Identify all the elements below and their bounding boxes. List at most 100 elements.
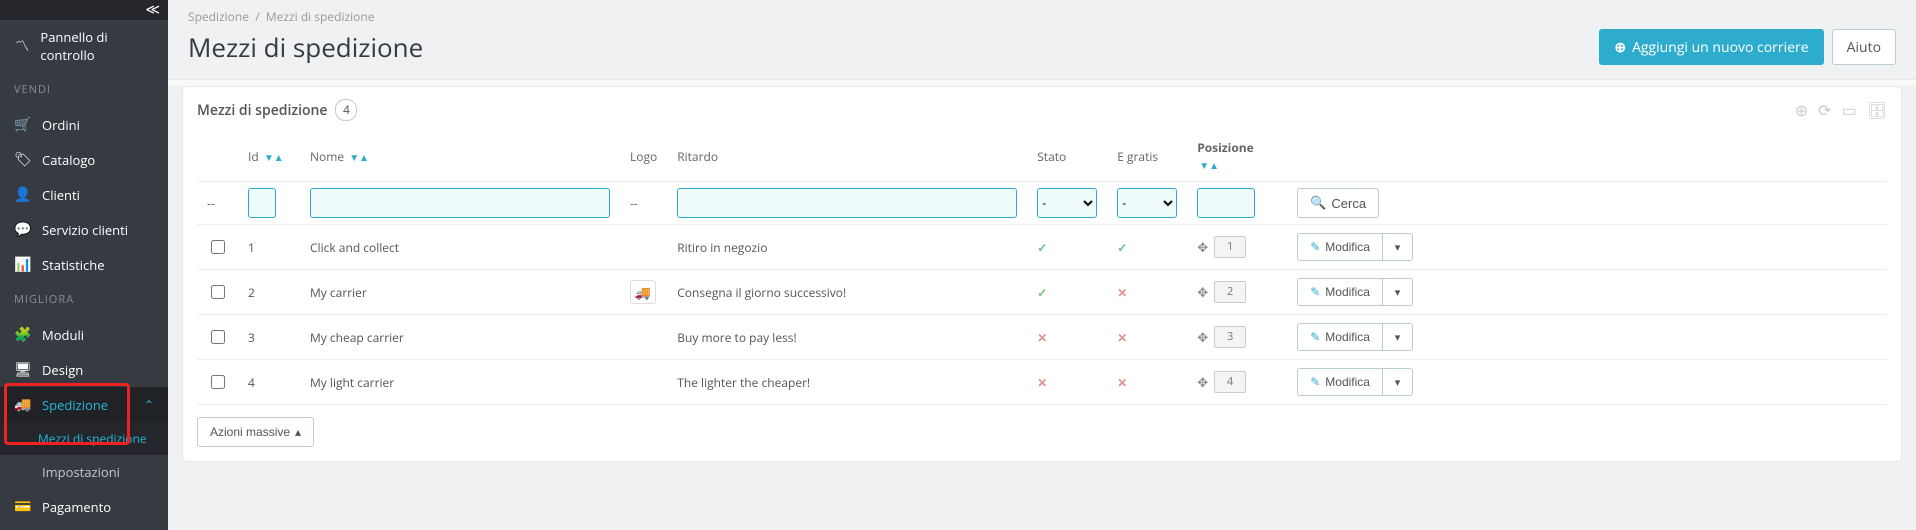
row-checkbox[interactable] xyxy=(211,330,225,344)
sidebar-collapse[interactable]: ≪ xyxy=(0,0,168,20)
status-inactive-icon[interactable]: ✕ xyxy=(1037,374,1047,391)
move-handle-icon[interactable]: ✥ xyxy=(1197,328,1208,346)
cell-logo xyxy=(620,360,667,405)
breadcrumb-current: Mezzi di spedizione xyxy=(266,8,375,25)
free-yes-icon[interactable]: ✓ xyxy=(1117,239,1127,256)
table-row[interactable]: 3My cheap carrierBuy more to pay less!✕✕… xyxy=(197,315,1887,360)
cell-free: ✕ xyxy=(1107,360,1187,405)
filter-delay-input[interactable] xyxy=(677,188,1017,218)
table-row[interactable]: 1Click and collectRitiro in negozio✓✓✥1✎… xyxy=(197,225,1887,270)
panel-count: 4 xyxy=(335,99,357,121)
free-no-icon[interactable]: ✕ xyxy=(1117,284,1127,301)
page-header: Mezzi di spedizione ⊕ Aggiungi un nuovo … xyxy=(168,25,1916,79)
sidebar-item-modules[interactable]: 🧩 Moduli xyxy=(0,317,168,352)
position-value: 2 xyxy=(1214,281,1246,303)
edit-button[interactable]: ✎Modifica xyxy=(1297,323,1383,351)
user-icon: 👤 xyxy=(14,185,32,204)
sidebar-item-stats[interactable]: 📊 Statistiche xyxy=(0,247,168,282)
move-handle-icon[interactable]: ✥ xyxy=(1197,373,1208,391)
sidebar-item-support[interactable]: 💬 Servizio clienti xyxy=(0,212,168,247)
db-icon[interactable]: 🗄 xyxy=(1867,99,1887,121)
filter-name-input[interactable] xyxy=(310,188,610,218)
search-icon: 🔍 xyxy=(1310,195,1326,211)
cell-id: 1 xyxy=(238,225,300,270)
cell-name: My cheap carrier xyxy=(300,315,620,360)
sidebar-subitem-label: Mezzi di spedizione xyxy=(38,430,147,447)
refresh-icon[interactable]: ⟳ xyxy=(1818,99,1831,121)
add-carrier-button[interactable]: ⊕ Aggiungi un nuovo corriere xyxy=(1599,29,1823,65)
row-checkbox[interactable] xyxy=(211,240,225,254)
col-delay: Ritardo xyxy=(667,131,1027,182)
sidebar-item-label: Pagamento xyxy=(42,498,111,516)
filter-position-input[interactable] xyxy=(1197,188,1255,218)
col-position[interactable]: Posizione ▼▲ xyxy=(1187,131,1287,182)
move-handle-icon[interactable]: ✥ xyxy=(1197,283,1208,301)
cell-position: ✥4 xyxy=(1187,360,1287,405)
panel-title: Mezzi di spedizione xyxy=(197,101,327,120)
table-row[interactable]: 2My carrier🚚Consegna il giorno successiv… xyxy=(197,270,1887,315)
sidebar-item-label: Impostazioni xyxy=(42,463,120,481)
position-value: 1 xyxy=(1214,236,1246,258)
move-handle-icon[interactable]: ✥ xyxy=(1197,238,1208,256)
add-icon[interactable]: ⊕ xyxy=(1795,99,1808,121)
breadcrumb-root[interactable]: Spedizione xyxy=(188,8,249,25)
sidebar-item-dashboard[interactable]: 〽 Pannello di controllo xyxy=(0,20,168,72)
bulk-actions-button[interactable]: Azioni massive ▴ xyxy=(197,417,314,447)
row-checkbox[interactable] xyxy=(211,375,225,389)
row-actions-dropdown[interactable]: ▾ xyxy=(1383,323,1413,351)
filter-logo-placeholder: -- xyxy=(620,182,667,225)
table-row[interactable]: 4My light carrierThe lighter the cheaper… xyxy=(197,360,1887,405)
chevron-up-icon: ⌃ xyxy=(144,396,154,413)
cell-status: ✓ xyxy=(1027,225,1107,270)
filter-id-input[interactable] xyxy=(248,188,276,218)
cell-logo xyxy=(620,315,667,360)
cell-status: ✕ xyxy=(1027,315,1107,360)
filter-status-select[interactable]: - xyxy=(1037,188,1097,218)
sidebar-item-shipping[interactable]: 🚚 Spedizione ⌃ xyxy=(0,387,168,422)
filter-free-select[interactable]: - xyxy=(1117,188,1177,218)
cell-delay: Consegna il giorno successivo! xyxy=(667,270,1027,315)
sidebar-item-settings[interactable]: Impostazioni xyxy=(0,455,168,489)
status-active-icon[interactable]: ✓ xyxy=(1037,284,1047,301)
cell-id: 2 xyxy=(238,270,300,315)
col-id[interactable]: Id ▼▲ xyxy=(238,131,300,182)
free-no-icon[interactable]: ✕ xyxy=(1117,329,1127,346)
free-no-icon[interactable]: ✕ xyxy=(1117,374,1127,391)
breadcrumb-sep: / xyxy=(255,8,259,25)
table-header-row: Id ▼▲ Nome ▼▲ Logo Ritardo Stato E grati… xyxy=(197,131,1887,182)
sidebar-item-design[interactable]: 🖥 Design xyxy=(0,352,168,387)
sql-icon[interactable]: ▭ xyxy=(1842,99,1857,121)
row-actions-dropdown[interactable]: ▾ xyxy=(1383,233,1413,261)
sidebar-item-label: Pannello di controllo xyxy=(40,28,154,64)
status-active-icon[interactable]: ✓ xyxy=(1037,239,1047,256)
edit-button[interactable]: ✎Modifica xyxy=(1297,233,1383,261)
sidebar-item-payment[interactable]: 💳 Pagamento xyxy=(0,489,168,524)
activity-icon: 〽 xyxy=(14,36,30,56)
sort-carets: ▼▲ xyxy=(349,150,369,164)
sidebar-item-orders[interactable]: 🛒 Ordini xyxy=(0,107,168,142)
cell-position: ✥2 xyxy=(1187,270,1287,315)
sidebar-item-customers[interactable]: 👤 Clienti xyxy=(0,177,168,212)
col-name[interactable]: Nome ▼▲ xyxy=(300,131,620,182)
monitor-icon: 🖥 xyxy=(14,360,32,379)
page-actions: ⊕ Aggiungi un nuovo corriere Aiuto xyxy=(1599,29,1896,65)
row-checkbox[interactable] xyxy=(211,285,225,299)
edit-button[interactable]: ✎Modifica xyxy=(1297,278,1383,306)
row-actions-dropdown[interactable]: ▾ xyxy=(1383,368,1413,396)
position-value: 3 xyxy=(1214,326,1246,348)
help-button[interactable]: Aiuto xyxy=(1832,29,1896,65)
truck-icon: 🚚 xyxy=(14,395,32,414)
sort-carets: ▼▲ xyxy=(264,150,284,164)
cell-name: My carrier xyxy=(300,270,620,315)
row-actions-dropdown[interactable]: ▾ xyxy=(1383,278,1413,306)
sidebar-item-catalog[interactable]: 🏷 Catalogo xyxy=(0,142,168,177)
search-button[interactable]: 🔍 Cerca xyxy=(1297,188,1379,218)
cell-logo xyxy=(620,225,667,270)
edit-button[interactable]: ✎Modifica xyxy=(1297,368,1383,396)
status-inactive-icon[interactable]: ✕ xyxy=(1037,329,1047,346)
carriers-table: Id ▼▲ Nome ▼▲ Logo Ritardo Stato E grati… xyxy=(197,131,1887,405)
sidebar-subitem-carriers[interactable]: Mezzi di spedizione xyxy=(0,422,168,455)
page-title: Mezzi di spedizione xyxy=(188,29,423,65)
position-value: 4 xyxy=(1214,371,1246,393)
cell-id: 4 xyxy=(238,360,300,405)
